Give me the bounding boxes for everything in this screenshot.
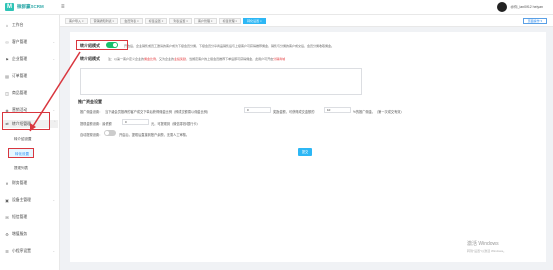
- sidebar-item-label: 订单管理: [12, 74, 28, 78]
- sidebar-item-label: 商品管理: [12, 91, 28, 95]
- sidebar-item-label: 工作台: [12, 23, 24, 27]
- highlight-box: [76, 40, 128, 50]
- device-icon: ▣: [5, 197, 9, 203]
- mail-icon: ✉: [5, 214, 9, 220]
- audit-desc: 开启后，提现后直接到账户余额，无需人工审核。: [119, 133, 190, 137]
- withdraw-input[interactable]: 0: [122, 119, 149, 125]
- menu-icon: ☰: [5, 248, 9, 254]
- mode-hint-red: 业绩奖励: [174, 57, 187, 61]
- windows-watermark-title: 激活 Windows: [467, 241, 499, 247]
- sidebar-item-label: 增值服务: [12, 232, 28, 236]
- sidebar-subitem-conversion-settings[interactable]: 转化设置: [8, 148, 34, 158]
- referral-mode-hint: 开启后，企业销售或员工邀请的客户成为下级会员分佣，下级会员分享商品销售后与上级客…: [124, 44, 335, 48]
- sidebar-item-enterprise[interactable]: ⚑ 企业管理 ⌄: [5, 57, 57, 62]
- sidebar-item-customers[interactable]: ⚇ 客户管理 ⌄: [5, 40, 57, 45]
- reward-unit: %的推广佣金。（第一次成交有效）: [353, 110, 404, 114]
- commission-input[interactable]: 0: [244, 107, 271, 113]
- tab-marketing-notice[interactable]: 营销通知列表 ×: [89, 18, 119, 24]
- tab-tag-settings[interactable]: 标签设置 ×: [144, 18, 168, 24]
- commission-label: 推广佣金设置：: [80, 110, 103, 114]
- audit-toggle[interactable]: [104, 130, 116, 136]
- users-icon: ⚇: [5, 39, 9, 45]
- section-title: 推广资金设置: [78, 99, 102, 104]
- logo-text: 微群赢SCRM: [17, 4, 44, 9]
- flag-icon: ⚑: [5, 56, 9, 62]
- sidebar-item-finance[interactable]: ¥ 财务管理: [5, 181, 57, 186]
- tab-customer-import[interactable]: 客户导入 ×: [65, 18, 88, 24]
- chevron-down-icon: ⌄: [52, 198, 55, 202]
- sidebar-item-label: 小程序设置: [12, 249, 31, 253]
- windows-watermark-subtitle: 转到"设置"以激活 Windows。: [467, 249, 507, 253]
- mode-hint-text: ，又为企业的: [156, 57, 175, 61]
- sidebar-item-label: 企业管理: [12, 57, 28, 61]
- sidebar: ⌂ 工作台 ⚇ 客户管理 ⌄ ⚑ 企业管理 ⌄ ▤ 订单管理 ◫ 商品管理 ◈ 营销活动 ⌄ ⇄ 转…: [0, 15, 60, 270]
- commission-desc: 当下级会员推荐的客户成交下单后获得佣金比例（即成交额乘以佣金比例）: [105, 110, 211, 114]
- withdraw-label: 提现金额设置：最低额: [80, 122, 112, 126]
- chevron-down-icon: ⌄: [52, 108, 55, 112]
- finance-icon: ¥: [5, 180, 9, 186]
- highlight-box: [2, 112, 50, 130]
- menu-toggle-icon[interactable]: ≡: [61, 4, 67, 10]
- sidebar-item-label: 设备主管理: [12, 198, 31, 202]
- user-menu[interactable]: @你_lanl0f12 heiyan: [497, 2, 543, 12]
- sidebar-item-label: 财务管理: [12, 181, 28, 185]
- user-name: @你_lanl0f12 heiyan: [510, 4, 543, 9]
- product-icon: ◫: [5, 90, 9, 96]
- avatar[interactable]: [497, 2, 508, 12]
- mode-description-textarea[interactable]: [80, 68, 362, 95]
- sidebar-item-orders[interactable]: ▤ 订单管理: [5, 74, 57, 79]
- sidebar-item-devices[interactable]: ▣ 设备主管理 ⌄: [5, 198, 57, 203]
- top-bar: M 微群赢SCRM ≡ @你_lanl0f12 heiyan: [0, 0, 553, 15]
- mode-hint-text: 注：以第一客户定义企业的: [108, 57, 145, 61]
- mode-hint-red: 佣金比例: [144, 57, 157, 61]
- mode-hint: 注：以第一客户定义企业的佣金比例，又为企业的业绩奖励，当绑定客户的上级会员推荐下…: [108, 57, 285, 61]
- mode-hint-red: 分销商城: [273, 57, 286, 61]
- chevron-up-icon: ⌃: [53, 120, 56, 124]
- sidebar-item-label: 短信管理: [12, 215, 28, 219]
- sidebar-item-value-added[interactable]: ⚙ 增值服务: [5, 232, 57, 237]
- logo-icon: M: [5, 3, 14, 11]
- submit-button[interactable]: 提交: [298, 148, 312, 156]
- sidebar-item-dashboard[interactable]: ⌂ 工作台: [5, 23, 57, 28]
- withdraw-unit: 元，可提现到（微信零钱/银行卡）: [151, 122, 200, 126]
- chevron-down-icon: ⌄: [52, 40, 55, 44]
- main-panel: [70, 32, 546, 262]
- gear-icon: ⚙: [5, 231, 9, 237]
- audit-label: 自动提现设置：: [80, 133, 103, 137]
- tab-member-list[interactable]: 会员列表 ×: [120, 18, 143, 24]
- sidebar-item-sms[interactable]: ✉ 短信管理: [5, 215, 57, 220]
- sidebar-item-mini-program[interactable]: ☰ 小程序设置 ⌄: [5, 249, 57, 254]
- reward-input[interactable]: 10: [324, 107, 351, 113]
- chevron-down-icon: ⌄: [52, 249, 55, 253]
- tab-customer-manage[interactable]: 客户管理 ×: [193, 18, 217, 24]
- app-logo[interactable]: M 微群赢SCRM: [5, 3, 44, 11]
- page-action-button[interactable]: 页面操作 ▾: [522, 18, 547, 24]
- tab-row: 客户导入 × 营销通知列表 × 会员列表 × 标签设置 × 列表设置 × 客户管…: [60, 15, 553, 27]
- order-icon: ▤: [5, 73, 9, 79]
- sidebar-item-products[interactable]: ◫ 商品管理: [5, 91, 57, 96]
- chevron-down-icon: ⌄: [52, 57, 55, 61]
- tab-conversion-settings[interactable]: 转化设置 ×: [243, 18, 266, 24]
- home-icon: ⌂: [5, 22, 9, 28]
- reward-label: 奖励金额，可获得成交金额的: [273, 110, 315, 114]
- mode-label: 转介绍模式: [80, 56, 100, 61]
- app-root: M 微群赢SCRM ≡ @你_lanl0f12 heiyan 客户导入 × 营销…: [0, 0, 553, 270]
- sidebar-subitem-withdraw-list[interactable]: 提现列表: [14, 166, 28, 171]
- tab-tag-manage[interactable]: 标签管理 ×: [218, 18, 242, 24]
- tab-list: 客户导入 × 营销通知列表 × 会员列表 × 标签设置 × 列表设置 × 客户管…: [65, 18, 266, 24]
- sidebar-subitem-referral-settings[interactable]: 转介绍设置: [14, 137, 32, 142]
- sidebar-item-label: 客户管理: [12, 40, 28, 44]
- mode-hint-text: ，当绑定客户的上级会员推荐下单后即可获得佣金，此用户可开启: [186, 57, 274, 61]
- tab-list-settings[interactable]: 列表设置 ×: [169, 18, 192, 24]
